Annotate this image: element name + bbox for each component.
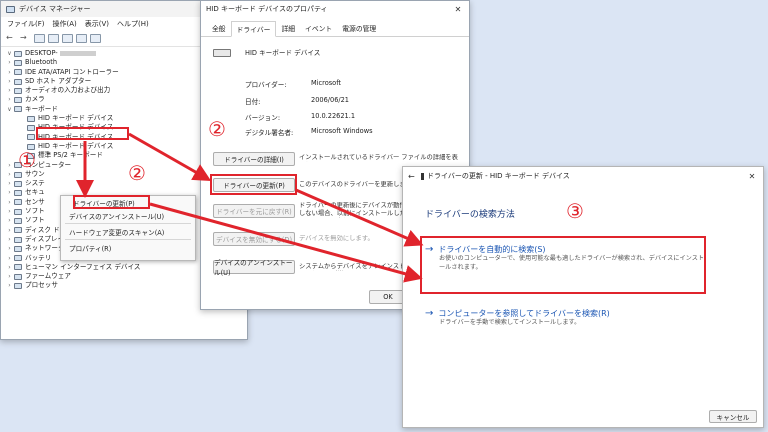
annotation-arrows (76, 132, 424, 283)
arrow-context-to-auto-search (149, 202, 423, 283)
arrow-kb-to-update-button (128, 132, 212, 181)
arrow-button-to-auto-search (295, 188, 424, 247)
